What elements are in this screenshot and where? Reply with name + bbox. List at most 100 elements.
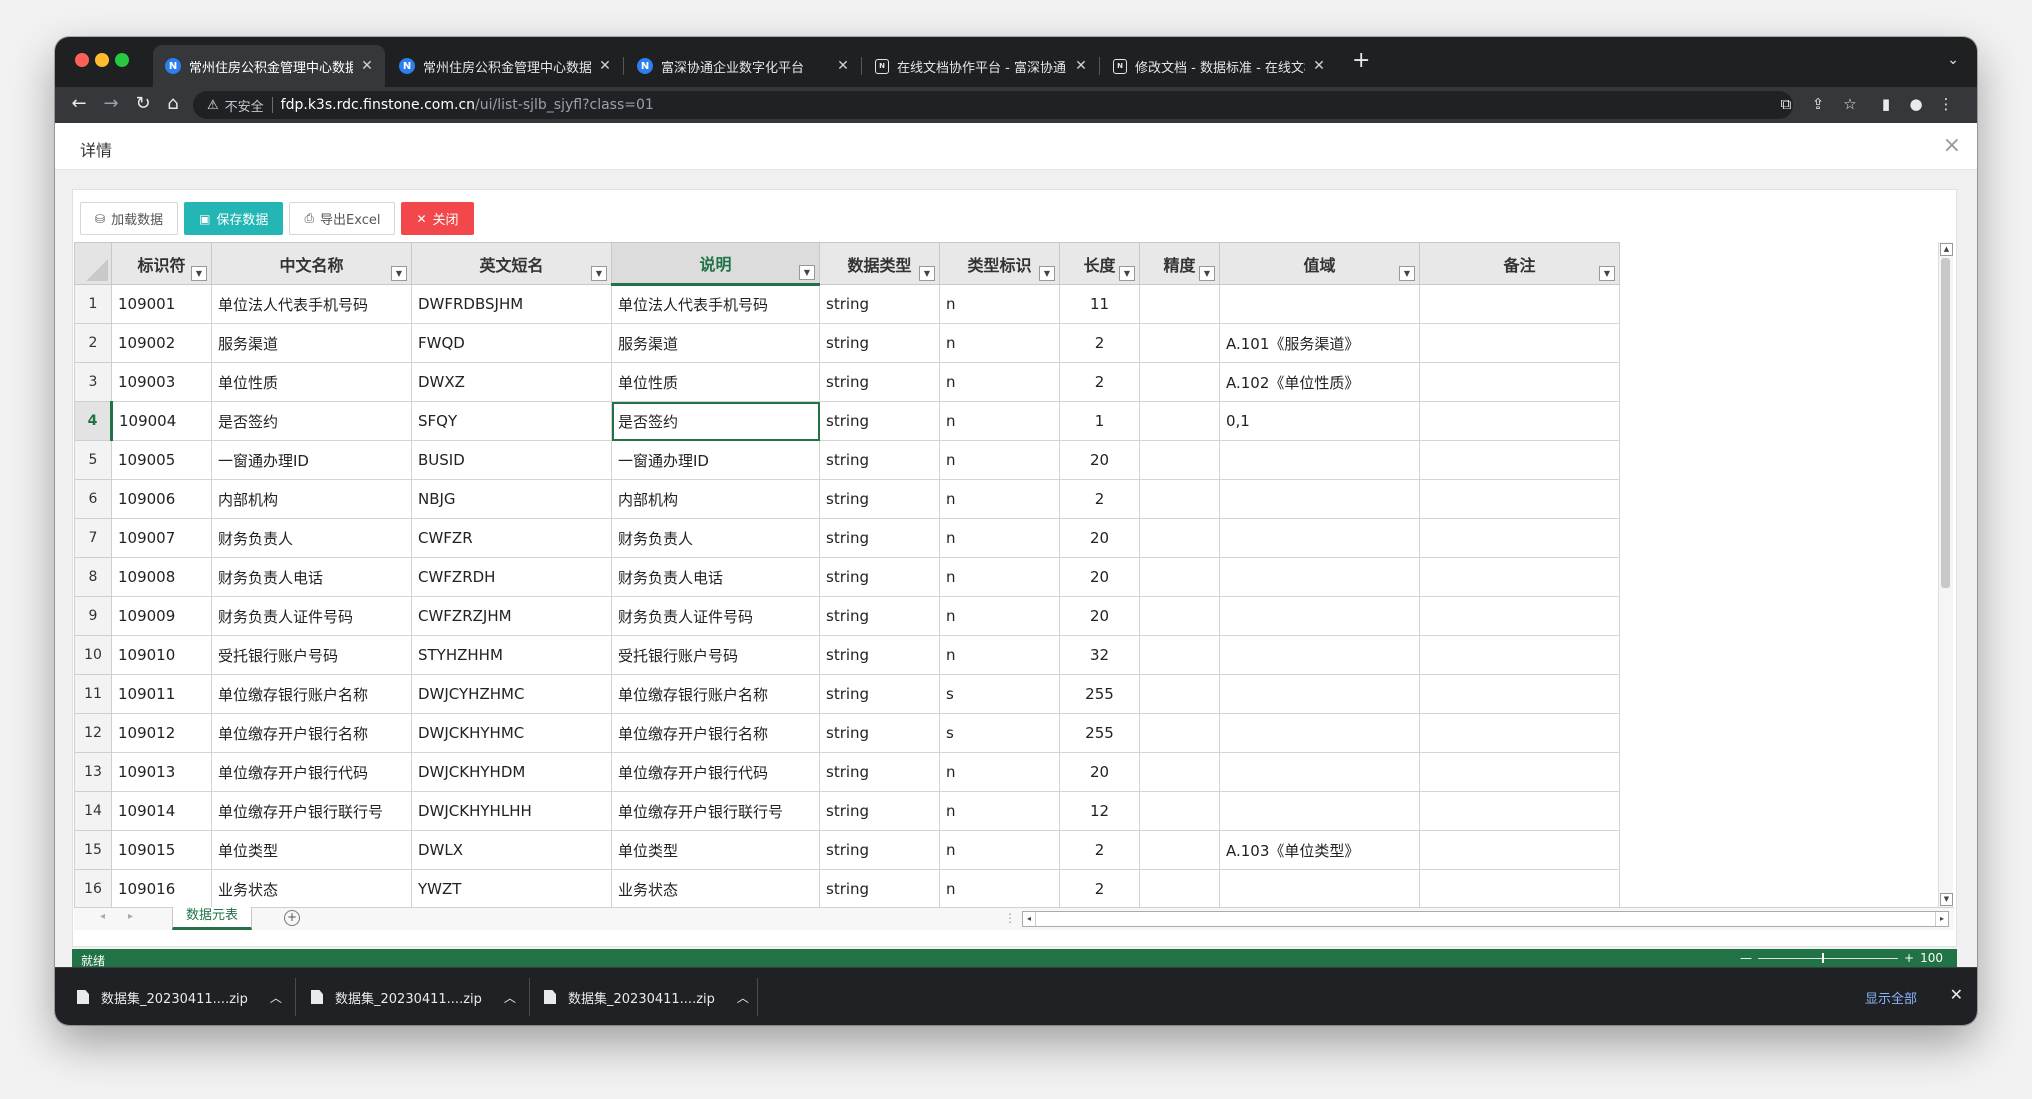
cell-english-name[interactable]: NBJG — [411, 479, 612, 519]
cell-remark[interactable] — [1419, 596, 1620, 636]
cell-english-name[interactable]: DWJCKHYHDM — [411, 752, 612, 792]
cell-description[interactable]: 单位缴存开户银行联行号 — [611, 791, 820, 831]
cell-data-type[interactable]: string — [819, 635, 940, 675]
cell-length[interactable]: 1 — [1059, 401, 1140, 441]
cell-precision[interactable] — [1139, 401, 1220, 441]
cell-data-type[interactable]: string — [819, 830, 940, 870]
tab-close-icon[interactable]: ✕ — [359, 58, 375, 74]
back-arrow-icon[interactable]: ← — [67, 93, 91, 114]
download-item[interactable]: 数据集_20230411....zip ︿ — [77, 968, 282, 1025]
sheet-next-icon[interactable]: ▸ — [128, 911, 133, 922]
row-number[interactable]: 5 — [74, 440, 112, 480]
cell-identifier[interactable]: 109008 — [111, 557, 212, 597]
cell-data-type[interactable]: string — [819, 284, 940, 324]
cell-length[interactable]: 255 — [1059, 674, 1140, 714]
zoom-out-button[interactable]: — — [1740, 951, 1752, 965]
splitter-handle-icon[interactable]: ⋮ — [1004, 911, 1016, 925]
cell-identifier[interactable]: 109002 — [111, 323, 212, 363]
cell-data-type[interactable]: string — [819, 518, 940, 558]
cell-remark[interactable] — [1419, 362, 1620, 402]
home-icon[interactable]: ⌂ — [161, 93, 185, 114]
row-number[interactable]: 6 — [74, 479, 112, 519]
address-bar[interactable]: ⚠ 不安全 fdp.k3s.rdc.finstone.com.cn/ui/lis… — [193, 91, 1793, 119]
scroll-up-icon[interactable]: ▲ — [1940, 243, 1953, 256]
cell-chinese-name[interactable]: 单位性质 — [211, 362, 412, 402]
cell-chinese-name[interactable]: 业务状态 — [211, 869, 412, 907]
cell-length[interactable]: 2 — [1059, 869, 1140, 907]
cell-identifier[interactable]: 109014 — [111, 791, 212, 831]
cell-remark[interactable] — [1419, 830, 1620, 870]
cell-chinese-name[interactable]: 财务负责人电话 — [211, 557, 412, 597]
cell-data-type[interactable]: string — [819, 752, 940, 792]
cell-type-flag[interactable]: n — [939, 635, 1060, 675]
cell-english-name[interactable]: CWFZRDH — [411, 557, 612, 597]
cell-type-flag[interactable]: n — [939, 752, 1060, 792]
table-row[interactable]: 6 109006 内部机构 NBJG 内部机构 string n 2 — [74, 479, 1620, 519]
cell-description[interactable]: 服务渠道 — [611, 323, 820, 363]
filter-dropdown-icon[interactable]: ▼ — [1399, 266, 1415, 281]
cell-type-flag[interactable]: n — [939, 596, 1060, 636]
cell-english-name[interactable]: FWQD — [411, 323, 612, 363]
cell-type-flag[interactable]: n — [939, 362, 1060, 402]
cell-description[interactable]: 单位缴存开户银行代码 — [611, 752, 820, 792]
cell-value-domain[interactable] — [1219, 791, 1420, 831]
cell-description[interactable]: 业务状态 — [611, 869, 820, 907]
row-number[interactable]: 9 — [74, 596, 112, 636]
row-number[interactable]: 3 — [74, 362, 112, 402]
tab-search-chevron-icon[interactable]: ⌄ — [1947, 52, 1959, 68]
column-header[interactable]: 长度 ▼ — [1059, 242, 1140, 285]
cell-length[interactable]: 20 — [1059, 557, 1140, 597]
save-data-button[interactable]: ▣ 保存数据 — [184, 202, 284, 235]
table-row[interactable]: 1 109001 单位法人代表手机号码 DWFRDBSJHM 单位法人代表手机号码 str… — [74, 284, 1620, 324]
table-row[interactable]: 2 109002 服务渠道 FWQD 服务渠道 string n 2 A.101《服务渠道》 — [74, 323, 1620, 363]
cell-chinese-name[interactable]: 单位缴存开户银行名称 — [211, 713, 412, 753]
add-sheet-icon[interactable]: + — [284, 910, 300, 926]
cell-english-name[interactable]: DWJCKHYHMC — [411, 713, 612, 753]
cell-identifier[interactable]: 109007 — [111, 518, 212, 558]
zoom-slider-knob[interactable] — [1822, 952, 1825, 963]
minimize-window-button[interactable] — [95, 53, 109, 67]
cell-chinese-name[interactable]: 单位缴存开户银行代码 — [211, 752, 412, 792]
cell-data-type[interactable]: string — [819, 401, 940, 441]
cell-english-name[interactable]: DWFRDBSJHM — [411, 284, 612, 324]
column-header[interactable]: 精度 ▼ — [1139, 242, 1220, 285]
column-header[interactable]: 英文短名 ▼ — [411, 242, 612, 285]
cell-precision[interactable] — [1139, 596, 1220, 636]
column-header[interactable]: 值域 ▼ — [1219, 242, 1420, 285]
cell-english-name[interactable]: DWLX — [411, 830, 612, 870]
cell-identifier[interactable]: 109005 — [111, 440, 212, 480]
cell-english-name[interactable]: SFQY — [411, 401, 612, 441]
row-number[interactable]: 16 — [74, 869, 112, 907]
chevron-up-icon[interactable]: ︿ — [504, 989, 516, 1006]
tab-close-icon[interactable]: ✕ — [835, 58, 851, 74]
cell-data-type[interactable]: string — [819, 791, 940, 831]
download-item[interactable]: 数据集_20230411....zip ︿ — [544, 968, 749, 1025]
cell-identifier[interactable]: 109010 — [111, 635, 212, 675]
cell-english-name[interactable]: YWZT — [411, 869, 612, 907]
zoom-in-button[interactable]: + — [1904, 951, 1914, 965]
zoom-slider[interactable] — [1758, 952, 1899, 963]
cell-value-domain[interactable] — [1219, 479, 1420, 519]
cell-value-domain[interactable] — [1219, 752, 1420, 792]
row-number[interactable]: 2 — [74, 323, 112, 363]
cell-english-name[interactable]: DWJCKHYHLHH — [411, 791, 612, 831]
cell-length[interactable]: 20 — [1059, 518, 1140, 558]
cell-chinese-name[interactable]: 财务负责人 — [211, 518, 412, 558]
new-tab-button[interactable]: + — [1352, 50, 1370, 72]
cell-remark[interactable] — [1419, 869, 1620, 907]
maximize-window-button[interactable] — [115, 53, 129, 67]
filter-dropdown-icon[interactable]: ▼ — [1039, 266, 1055, 281]
cell-chinese-name[interactable]: 一窗通办理ID — [211, 440, 412, 480]
cell-type-flag[interactable]: s — [939, 674, 1060, 714]
cell-data-type[interactable]: string — [819, 674, 940, 714]
menu-kebab-icon[interactable]: ⋮ — [1935, 95, 1957, 113]
cell-data-type[interactable]: string — [819, 596, 940, 636]
cell-chinese-name[interactable]: 内部机构 — [211, 479, 412, 519]
table-row[interactable]: 15 109015 单位类型 DWLX 单位类型 string n 2 A.103《单位类型》 — [74, 830, 1620, 870]
table-row[interactable]: 3 109003 单位性质 DWXZ 单位性质 string n 2 A.102《单位性质》 — [74, 362, 1620, 402]
cell-chinese-name[interactable]: 受托银行账户号码 — [211, 635, 412, 675]
cell-english-name[interactable]: CWFZRZJHM — [411, 596, 612, 636]
cell-description[interactable]: 内部机构 — [611, 479, 820, 519]
cell-precision[interactable] — [1139, 440, 1220, 480]
cell-identifier[interactable]: 109004 — [111, 401, 212, 441]
